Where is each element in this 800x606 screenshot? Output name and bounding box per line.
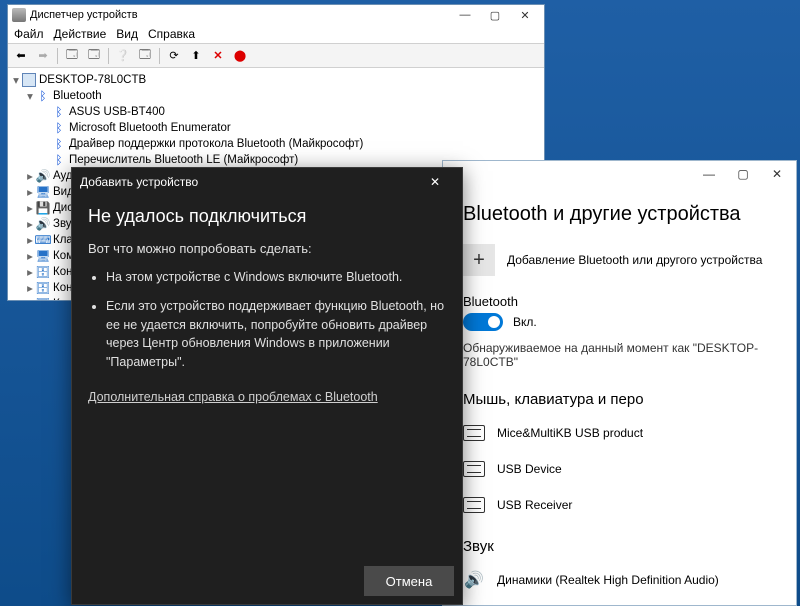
suggestion-item: Если это устройство поддерживает функцию… — [106, 297, 446, 372]
bluetooth-icon: ᛒ — [52, 137, 66, 151]
expand-icon[interactable]: ▸ — [24, 281, 36, 295]
suggestion-item: На этом устройстве с Windows включите Bl… — [106, 268, 446, 287]
cancel-button[interactable]: Отмена — [364, 566, 454, 596]
category-icon: 🗄 — [36, 297, 50, 300]
scan-hardware-icon[interactable]: ⟳ — [164, 46, 184, 66]
bluetooth-toggle[interactable] — [463, 313, 503, 331]
bluetooth-icon: ᛒ — [36, 89, 50, 103]
back-button[interactable]: ⬅ — [11, 46, 31, 66]
keyboard-icon — [463, 497, 485, 513]
tree-item[interactable]: ᛒДрайвер поддержки протокола Bluetooth (… — [10, 136, 542, 152]
bluetooth-toggle-row: Вкл. — [463, 313, 774, 331]
bluetooth-icon: ᛒ — [52, 105, 66, 119]
category-icon: 🔊 — [36, 169, 50, 183]
category-icon: 🖥 — [36, 185, 50, 199]
device-item[interactable]: USB Device — [463, 454, 774, 484]
category-icon: 🖥 — [36, 249, 50, 263]
category-icon: ⌨ — [36, 233, 50, 247]
category-icon: 💾 — [36, 201, 50, 215]
settings-heading: Bluetooth и другие устройства — [463, 203, 774, 226]
menu-action[interactable]: Действие — [54, 27, 107, 41]
keyboard-icon — [463, 461, 485, 477]
close-button[interactable]: ✕ — [510, 6, 540, 24]
tree-bluetooth[interactable]: ▾ ᛒ Bluetooth — [10, 88, 542, 104]
tree-root[interactable]: ▾ DESKTOP-78L0CTB — [10, 72, 542, 88]
menu-help[interactable]: Справка — [148, 27, 195, 41]
expand-icon[interactable]: ▸ — [24, 265, 36, 279]
modal-footer: Отмена — [72, 558, 462, 604]
bluetooth-icon: ᛒ — [52, 121, 66, 135]
expand-icon[interactable]: ▸ — [24, 169, 36, 183]
category-icon: 🗄 — [36, 265, 50, 279]
sound-section-heading: Звук — [463, 538, 774, 555]
menu-view[interactable]: Вид — [116, 27, 138, 41]
menu-file[interactable]: Файл — [14, 27, 44, 41]
modal-titlebar[interactable]: Добавить устройство ✕ — [72, 168, 462, 196]
maximize-button[interactable]: ▢ — [726, 162, 760, 186]
expand-icon[interactable]: ▸ — [24, 297, 36, 300]
collapse-icon[interactable]: ▾ — [24, 89, 36, 103]
computer-icon — [22, 73, 36, 87]
expand-icon[interactable]: ▸ — [24, 249, 36, 263]
expand-icon[interactable]: ▸ — [24, 201, 36, 215]
minimize-button[interactable]: — — [450, 6, 480, 24]
plus-icon: + — [463, 244, 495, 276]
speaker-icon: 🔊 — [463, 570, 485, 590]
bluetooth-label: Bluetooth — [463, 294, 774, 309]
minimize-button[interactable]: — — [692, 162, 726, 186]
mouse-section-heading: Мышь, клавиатура и перо — [463, 391, 774, 408]
app-icon — [12, 8, 26, 22]
keyboard-icon — [463, 425, 485, 441]
modal-help-link[interactable]: Дополнительная справка о проблемах с Blu… — [88, 390, 378, 404]
modal-close-button[interactable]: ✕ — [416, 168, 454, 196]
devmgr-title-text: Диспетчер устройств — [30, 9, 138, 21]
collapse-icon[interactable]: ▾ — [10, 73, 22, 87]
device-item[interactable]: Mice&MultiKB USB product — [463, 418, 774, 448]
settings-window: — ▢ ✕ Bluetooth и другие устройства + До… — [442, 160, 797, 606]
modal-heading: Не удалось подключиться — [88, 206, 446, 227]
tree-item[interactable]: ᛒMicrosoft Bluetooth Enumerator — [10, 120, 542, 136]
close-button[interactable]: ✕ — [760, 162, 794, 186]
update-driver-icon[interactable]: ⬆ — [186, 46, 206, 66]
bluetooth-icon: ᛒ — [52, 153, 66, 167]
tool-icon[interactable]: 🗔 — [62, 46, 82, 66]
add-device-modal: Добавить устройство ✕ Не удалось подключ… — [71, 167, 463, 605]
devmgr-menubar: Файл Действие Вид Справка — [8, 25, 544, 44]
add-device-button[interactable]: + Добавление Bluetooth или другого устро… — [463, 244, 774, 276]
modal-title-text: Добавить устройство — [80, 175, 198, 189]
tool-icon[interactable]: 🗔 — [84, 46, 104, 66]
disable-icon[interactable]: ⬤ — [230, 46, 250, 66]
modal-body: Не удалось подключиться Вот что можно по… — [72, 196, 462, 558]
category-icon: 🔊 — [36, 217, 50, 231]
root-label: DESKTOP-78L0CTB — [39, 74, 146, 86]
maximize-button[interactable]: ▢ — [480, 6, 510, 24]
device-item[interactable]: 🔊Динамики (Realtek High Definition Audio… — [463, 565, 774, 595]
tool-icon[interactable]: 🗔 — [135, 46, 155, 66]
add-device-label: Добавление Bluetooth или другого устройс… — [507, 253, 762, 267]
modal-subheading: Вот что можно попробовать сделать: — [88, 241, 446, 256]
expand-icon[interactable]: ▸ — [24, 185, 36, 199]
discoverable-text: Обнаруживаемое на данный момент как "DES… — [463, 341, 774, 369]
bluetooth-label: Bluetooth — [53, 90, 102, 102]
tool-icon[interactable]: ❔ — [113, 46, 133, 66]
forward-button[interactable]: ➡ — [33, 46, 53, 66]
device-item[interactable]: USB Receiver — [463, 490, 774, 520]
expand-icon[interactable]: ▸ — [24, 217, 36, 231]
devmgr-titlebar[interactable]: Диспетчер устройств — ▢ ✕ — [8, 5, 544, 25]
settings-body: Bluetooth и другие устройства + Добавлен… — [443, 187, 796, 601]
modal-suggestions: На этом устройстве с Windows включите Bl… — [88, 268, 446, 372]
category-icon: 🗄 — [36, 281, 50, 295]
bluetooth-state: Вкл. — [513, 315, 537, 329]
devmgr-toolbar: ⬅ ➡ 🗔 🗔 ❔ 🗔 ⟳ ⬆ ✕ ⬤ — [8, 44, 544, 68]
settings-titlebar[interactable]: — ▢ ✕ — [443, 161, 796, 187]
uninstall-icon[interactable]: ✕ — [208, 46, 228, 66]
tree-item[interactable]: ᛒASUS USB-BT400 — [10, 104, 542, 120]
